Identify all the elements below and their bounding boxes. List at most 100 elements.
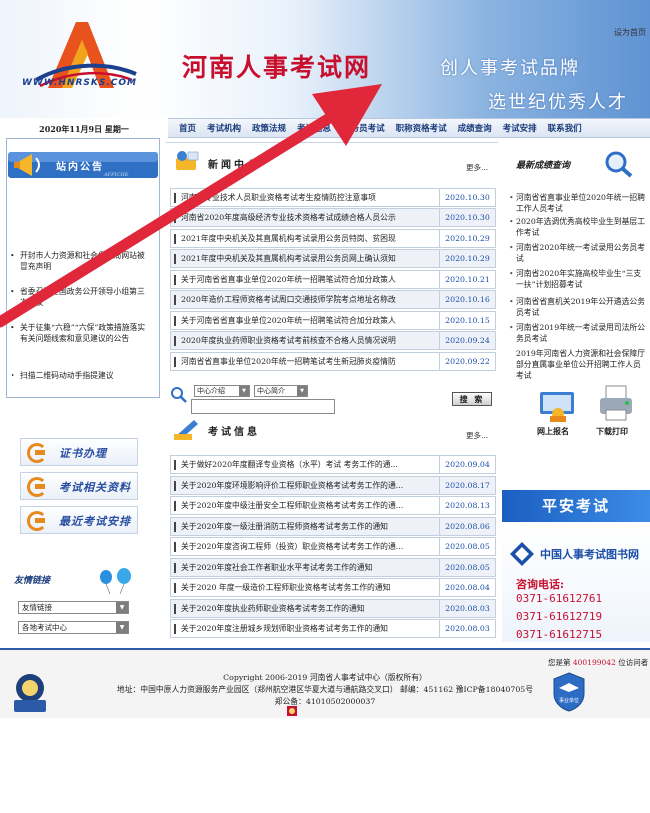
notice-item[interactable]: 省委召开全国政务公开领导小组第三次会议 (10, 286, 152, 308)
search-icon[interactable] (170, 386, 188, 404)
logo-url-text: WWW.HNRSKS.COM (22, 78, 137, 88)
megaphone-icon (14, 154, 40, 176)
table-row[interactable]: 关于2020年度社会工作者职业水平考试考务工作的通知 2020.08.05 (170, 558, 496, 577)
friend-links-select[interactable]: 友情链接 ▼ (18, 601, 129, 614)
score-item[interactable]: 河南省省直事业单位2020年统一招聘工作人员考试 (509, 192, 648, 214)
nav-item-home[interactable]: 首页 (179, 122, 196, 134)
bullet-bar-icon (174, 356, 176, 367)
bullet-bar-icon (174, 459, 176, 470)
exam-info-icon (174, 420, 198, 440)
table-row[interactable]: 河南省省直事业单位2020年统一招聘笔试考生新冠肺炎疫情防 2020.09.22 (170, 352, 496, 371)
bullet-bar-icon (174, 582, 176, 593)
search-button[interactable]: 搜 索 (452, 392, 492, 406)
nav-item-qualification[interactable]: 职称资格考试 (396, 122, 447, 134)
bullet-bar-icon (174, 335, 176, 346)
bullet-bar-icon (174, 192, 176, 203)
exam-materials-button[interactable]: 考试相关资料 (20, 472, 138, 500)
search-input[interactable] (191, 399, 335, 414)
printer-icon[interactable] (596, 384, 636, 424)
arrow-bar-icon (35, 518, 45, 523)
nav-item-scores[interactable]: 成绩查询 (458, 122, 492, 134)
institution-badge-icon[interactable] (552, 672, 586, 712)
subcategory-select[interactable]: 中心简介 ▼ (254, 385, 308, 397)
exam-info-title: 考试信息 (208, 427, 260, 438)
nav-item-exam-info[interactable]: 考试信息 (297, 122, 331, 134)
book-logo-icon (510, 542, 534, 566)
institution-badge-text: 事业单位 (558, 698, 579, 704)
safe-exam-banner[interactable]: 平安考试 (502, 490, 650, 522)
bullet-bar-icon (174, 253, 176, 264)
notice-subtitle: AFFICHE (104, 172, 129, 178)
table-row[interactable]: 2021年度中央机关及其直属机构考试录用公务员网上确认须知 2020.10.29 (170, 249, 496, 268)
table-row[interactable]: 关于2020年度注册城乡规划师职业资格考试考务工作的通知 2020.08.03 (170, 619, 496, 638)
table-row[interactable]: 河南省2020年度高级经济专业技术资格考试成绩合格人员公示 2020.10.30 (170, 208, 496, 227)
table-row[interactable]: 河南省专业技术人员职业资格考试考生疫情防控注意事项 2020.10.30 (170, 188, 496, 207)
table-row[interactable]: 2021年度中央机关及其直属机构考试录用公务员特岗、贫困现 2020.10.29 (170, 229, 496, 248)
phone-number: 0371-61612715 (516, 628, 603, 641)
notice-item[interactable]: 开封市人力资源和社会保障局网站被冒充声明 (10, 250, 152, 272)
table-row[interactable]: 关于河南省省直事业单位2020年统一招聘笔试符合加分政策人 2020.10.21 (170, 270, 496, 289)
score-item[interactable]: 2019年河南省人力资源和社会保障厅部分直属事业单位公开招聘工作人员考试 (516, 348, 648, 382)
phone-number: 0371-61612719 (516, 610, 603, 623)
notice-title: 站内公告 (56, 162, 104, 173)
set-homepage-link[interactable]: 设为首页 (614, 27, 646, 38)
score-item[interactable]: 河南省2020年统一考试录用公务员考试 (509, 242, 648, 264)
bullet-bar-icon (174, 233, 176, 244)
consult-phone-label: 咨询电话: (516, 578, 565, 591)
books-title: 中国人事考试图书网 (540, 548, 639, 561)
table-row[interactable]: 2020年度执业药师职业资格考试考前核查不合格人员情况说明 2020.09.24 (170, 331, 496, 350)
certificate-button[interactable]: 证书办理 (20, 438, 138, 466)
exam-more-link[interactable]: 更多... (466, 430, 488, 441)
nav-item-schedule[interactable]: 考试安排 (503, 122, 537, 134)
score-item[interactable]: 河南省2020年实施高校毕业生“三支一扶”计划招募考试 (509, 268, 648, 290)
chevron-down-icon: ▼ (297, 386, 307, 396)
current-date: 2020年11月9日 星期一 (39, 124, 129, 134)
table-row[interactable]: 关于河南省省直事业单位2020年统一招聘笔试符合加分政策人 2020.10.15 (170, 311, 496, 330)
slogan-line-1: 创人事考试品牌 (440, 58, 580, 79)
recent-exams-button[interactable]: 最近考试安排 (20, 506, 138, 534)
table-row[interactable]: 关于2020年度咨询工程师（投资）职业资格考试考务工作的通... 2020.08.… (170, 537, 496, 556)
bullet-bar-icon (174, 315, 176, 326)
nav-item-policies[interactable]: 政策法规 (252, 122, 286, 134)
score-item[interactable]: 2020年选调优秀高校毕业生到基层工作考试 (509, 216, 648, 238)
table-row[interactable]: 2020年造价工程师资格考试周口交通技师学院考点地址名称改 2020.10.16 (170, 290, 496, 309)
category-select[interactable]: 中心介绍 ▼ (194, 385, 250, 397)
nav-item-institutions[interactable]: 考试机构 (207, 122, 241, 134)
table-row[interactable]: 关于2020年度一级注册消防工程师资格考试考务工作的通知 2020.08.06 (170, 517, 496, 536)
table-row[interactable]: 关于2020年度执业药师职业资格考试考务工作的通知 2020.08.03 (170, 599, 496, 618)
bullet-bar-icon (174, 500, 176, 511)
police-badge-icon[interactable] (4, 668, 56, 716)
chevron-down-icon: ▼ (116, 602, 128, 613)
download-print-link[interactable]: 下载打印 (596, 426, 628, 437)
arrow-bar-icon (35, 450, 45, 455)
nav-item-contact[interactable]: 联系我们 (548, 122, 582, 134)
bullet-bar-icon (174, 603, 176, 614)
table-row[interactable]: 关于2020年度中级注册安全工程师职业资格考试考务工作的通... 2020.08.… (170, 496, 496, 515)
chevron-down-icon: ▼ (239, 386, 249, 396)
slogan-line-2: 选世纪优秀人才 (488, 92, 628, 113)
news-more-link[interactable]: 更多... (466, 162, 488, 173)
online-register-icon[interactable] (536, 386, 580, 424)
nav-item-civil-service[interactable]: 公务员考试 (342, 122, 385, 134)
phone-number: 0371-61612761 (516, 592, 603, 605)
notice-item[interactable]: 关于征集“六稳”“六保”政策措施落实有关问题线索和意见建议的公告 (10, 322, 152, 344)
friend-links-title: 友情链接 (14, 576, 51, 586)
page: WWW.HNRSKS.COM 河南人事考试网 创人事考试品牌 选世纪优秀人才 设… (0, 0, 650, 813)
bullet-bar-icon (174, 212, 176, 223)
score-item[interactable]: 河南省2019年统一考试录用司法所公务员考试 (509, 322, 648, 344)
table-row[interactable]: 关于2020 年度一级造价工程师职业资格考试考务工作的通知 2020.08.04 (170, 578, 496, 597)
exam-centers-select[interactable]: 各地考试中心 ▼ (18, 621, 129, 634)
balloons-icon (100, 568, 131, 594)
magnifier-icon (605, 151, 633, 178)
bullet-bar-icon (174, 623, 176, 634)
notice-item[interactable]: 扫描二维码动动手指提建议 (12, 370, 152, 384)
score-item[interactable]: 河南省省直机关2019年公开遴选公务员考试 (509, 296, 648, 318)
table-row[interactable]: 关于做好2020年度翻译专业资格（水平）考试 考务工作的通... 2020.09.… (170, 455, 496, 474)
visitor-counter: 您是第 400199042 位访问者 (548, 658, 649, 667)
bullet-bar-icon (174, 274, 176, 285)
online-register-link[interactable]: 网上报名 (537, 426, 569, 437)
chevron-down-icon: ▼ (116, 622, 128, 633)
bullet-bar-icon (174, 562, 176, 573)
news-icon (176, 151, 199, 170)
table-row[interactable]: 关于2020年度环境影响评价工程师职业资格考试考务工作的通... 2020.08.… (170, 476, 496, 495)
